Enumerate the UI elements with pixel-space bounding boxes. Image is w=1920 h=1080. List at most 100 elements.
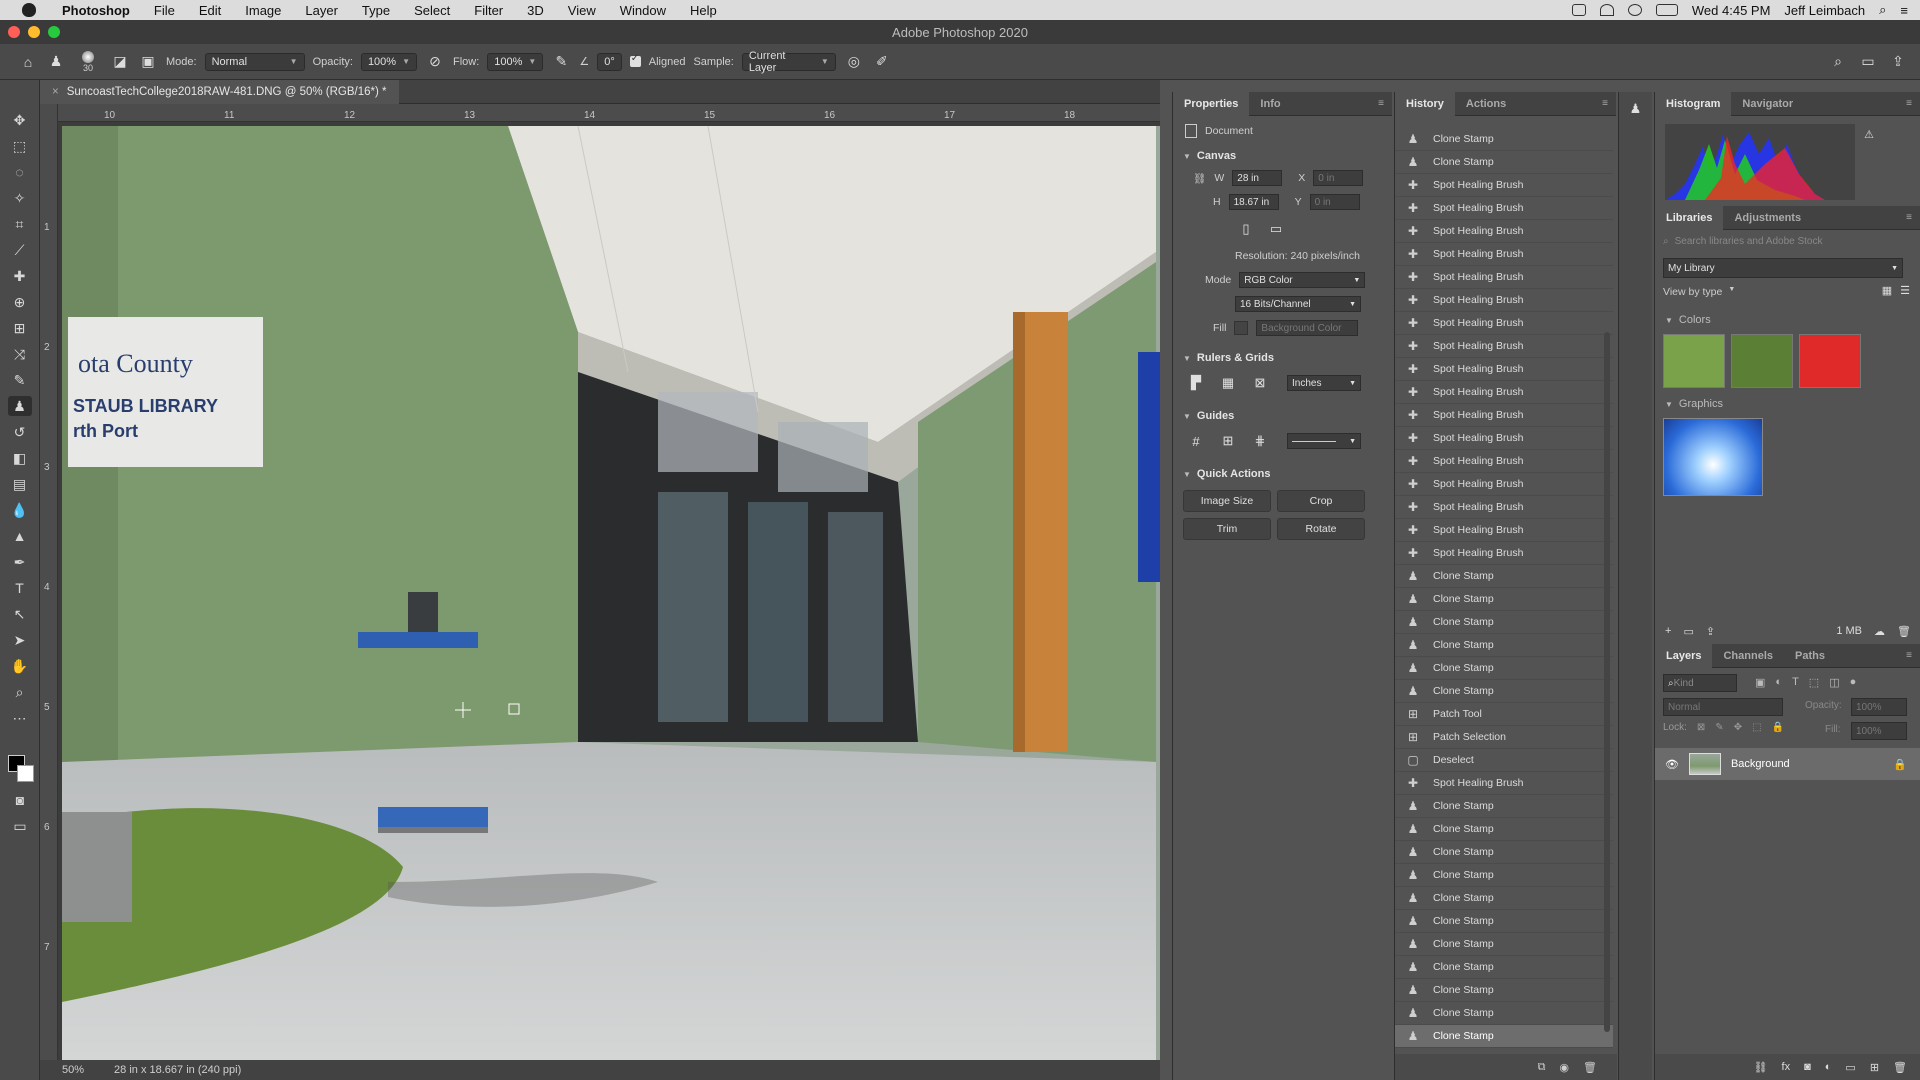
menu-image[interactable]: Image (233, 3, 293, 18)
lock-artboard-icon[interactable]: ⬚ (1752, 722, 1761, 733)
trash-icon[interactable]: 🗑 (1583, 1061, 1597, 1074)
history-item[interactable]: ✚ Spot Healing Brush (1395, 404, 1613, 427)
history-item[interactable]: ♟ Clone Stamp (1395, 1002, 1613, 1025)
grid-view-icon[interactable]: ▦ (1882, 284, 1892, 297)
history-item[interactable]: ⊞ Patch Selection (1395, 726, 1613, 749)
blend-mode-select[interactable]: Normal (1663, 698, 1783, 716)
share-icon[interactable]: ⇪ (1888, 52, 1908, 72)
panel-menu-icon[interactable]: ≡ (1906, 650, 1912, 661)
tab-paths[interactable]: Paths (1784, 644, 1836, 668)
crop-button[interactable]: Crop (1277, 490, 1365, 512)
layer-fill-input[interactable]: 100% (1851, 722, 1907, 740)
history-item[interactable]: ✚ Spot Healing Brush (1395, 542, 1613, 565)
history-item[interactable]: ✚ Spot Healing Brush (1395, 450, 1613, 473)
quick-select-tool-icon[interactable]: ✧ (8, 188, 32, 208)
brush-size-picker[interactable]: 30 (74, 50, 102, 73)
healing-brush-tool-icon[interactable]: ⊕ (8, 292, 32, 312)
adjustment-filter-icon[interactable]: ◐ (1775, 676, 1782, 689)
history-item[interactable]: ♟ Clone Stamp (1395, 956, 1613, 979)
panel-menu-icon[interactable]: ≡ (1906, 212, 1912, 223)
blur-tool-icon[interactable]: 💧 (8, 500, 32, 520)
history-item[interactable]: ♟ Clone Stamp (1395, 680, 1613, 703)
library-search[interactable]: ⌕ Search libraries and Adobe Stock (1663, 236, 1822, 247)
history-item[interactable]: ♟ Clone Stamp (1395, 128, 1613, 151)
history-item[interactable]: ✚ Spot Healing Brush (1395, 772, 1613, 795)
menu-select[interactable]: Select (402, 3, 462, 18)
menu-filter[interactable]: Filter (462, 3, 515, 18)
background-color[interactable] (17, 765, 34, 782)
history-item[interactable]: ♟ Clone Stamp (1395, 151, 1613, 174)
panel-menu-icon[interactable]: ≡ (1906, 98, 1912, 109)
trash-icon[interactable]: 🗑 (1893, 1061, 1907, 1074)
shape-filter-icon[interactable]: ⬚ (1809, 676, 1819, 689)
new-guide-icon[interactable]: ⊞ (1217, 430, 1239, 452)
adjustment-layer-icon[interactable]: ◐ (1825, 1061, 1832, 1073)
zoom-window-icon[interactable] (48, 26, 60, 38)
cloud-icon[interactable]: ☁ (1874, 625, 1885, 638)
color-swatches[interactable] (8, 755, 34, 783)
history-item[interactable]: ✚ Spot Healing Brush (1395, 496, 1613, 519)
airbrush-icon[interactable]: ✎ (551, 52, 571, 72)
canvas-section[interactable]: ▼ Canvas (1173, 146, 1392, 166)
history-item[interactable]: ♟ Clone Stamp (1395, 611, 1613, 634)
tab-channels[interactable]: Channels (1712, 644, 1784, 668)
workspace-icon[interactable]: ▭ (1858, 52, 1878, 72)
menu-type[interactable]: Type (350, 3, 402, 18)
units-select[interactable]: Inches ▼ (1287, 375, 1361, 391)
y-input[interactable]: 0 in (1309, 194, 1360, 210)
angle-input[interactable]: 0° (597, 52, 622, 71)
tab-histogram[interactable]: Histogram (1655, 91, 1732, 116)
panel-menu-icon[interactable]: ≡ (1378, 98, 1384, 109)
patch-tool-icon[interactable]: ⊞ (8, 318, 32, 338)
folder-icon[interactable]: ▭ (1683, 625, 1693, 638)
history-item[interactable]: ✚ Spot Healing Brush (1395, 473, 1613, 496)
document-dimensions[interactable]: 28 in x 18.667 in (240 ppi) (114, 1064, 241, 1076)
add-mask-icon[interactable]: ◙ (1804, 1061, 1811, 1073)
eye-icon[interactable]: 👁 (1665, 758, 1679, 771)
history-item[interactable]: ✚ Spot Healing Brush (1395, 220, 1613, 243)
history-item[interactable]: ♟ Clone Stamp (1395, 818, 1613, 841)
history-item[interactable]: ✚ Spot Healing Brush (1395, 174, 1613, 197)
zoom-tool-icon[interactable]: ⌕ (8, 682, 32, 702)
pen-tool-icon[interactable]: ✒ (8, 552, 32, 572)
history-item[interactable]: ♟ Clone Stamp (1395, 565, 1613, 588)
quick-mask-icon[interactable]: ◙ (8, 790, 32, 810)
lock-transparency-icon[interactable]: ⊠ (1697, 722, 1705, 733)
tab-info[interactable]: Info (1249, 92, 1291, 116)
library-color-1[interactable] (1663, 334, 1725, 388)
sample-select[interactable]: Current Layer ▼ (741, 50, 836, 74)
new-document-from-state-icon[interactable]: ⧉ (1538, 1061, 1546, 1074)
history-scrollbar[interactable] (1604, 332, 1610, 1032)
content-aware-move-icon[interactable]: ⤨ (8, 344, 32, 364)
tab-adjustments[interactable]: Adjustments (1723, 206, 1812, 230)
history-item[interactable]: ♟ Clone Stamp (1395, 933, 1613, 956)
wifi-icon[interactable] (1599, 4, 1614, 16)
x-input[interactable]: 0 in (1313, 170, 1364, 186)
lock-icon[interactable]: 🔒 (1893, 758, 1907, 771)
warning-icon[interactable]: ⚠ (1864, 128, 1874, 141)
width-input[interactable]: 28 in (1232, 170, 1283, 186)
library-search-input[interactable]: Search libraries and Adobe Stock (1675, 236, 1823, 247)
pressure-size-icon[interactable]: ✐ (872, 52, 892, 72)
clock-text[interactable]: Wed 4:45 PM (1692, 3, 1771, 18)
flow-input[interactable]: 100% ▼ (487, 52, 544, 71)
menu-app-name[interactable]: Photoshop (50, 3, 142, 18)
fill-swatch[interactable] (1234, 321, 1249, 335)
trash-icon[interactable]: 🗑 (1897, 625, 1911, 638)
document-canvas[interactable]: ota County STAUB LIBRARY rth Port (58, 122, 1160, 1060)
link-icon[interactable]: ⛓ (1193, 172, 1206, 185)
tab-actions[interactable]: Actions (1455, 92, 1517, 116)
tab-libraries[interactable]: Libraries (1655, 205, 1724, 230)
eraser-tool-icon[interactable]: ◧ (8, 448, 32, 468)
landscape-icon[interactable]: ▭ (1265, 218, 1287, 240)
history-item[interactable]: ✚ Spot Healing Brush (1395, 289, 1613, 312)
search-icon[interactable]: ⌕ (1828, 52, 1848, 72)
menu-view[interactable]: View (556, 3, 608, 18)
document-tab[interactable]: × SuncoastTechCollege2018RAW-481.DNG @ 5… (40, 79, 399, 104)
type-tool-icon[interactable]: T (8, 578, 32, 598)
spot-healing-tool-icon[interactable]: ✚ (8, 266, 32, 286)
history-item[interactable]: ✚ Spot Healing Brush (1395, 335, 1613, 358)
history-item[interactable]: ♟ Clone Stamp (1395, 1025, 1613, 1048)
hand-tool-icon[interactable]: ✋ (8, 656, 32, 676)
clone-stamp-tool-icon[interactable]: ♟ (7, 396, 32, 416)
